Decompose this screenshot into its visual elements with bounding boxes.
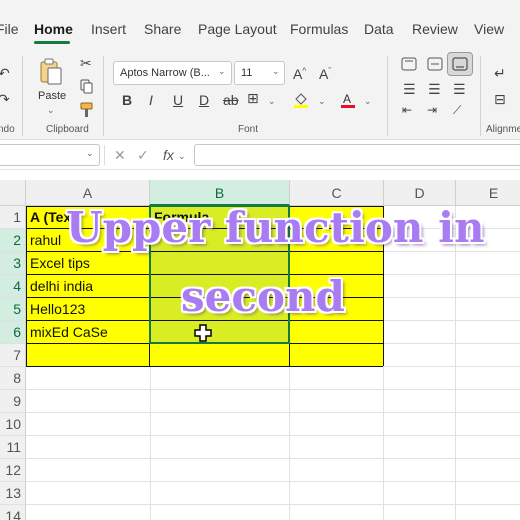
underline-icon[interactable]: U [173,93,183,107]
group-separator [480,56,481,136]
merge-center-icon[interactable]: ⊟ [494,92,506,106]
increase-font-size-icon[interactable]: A^ [293,67,306,81]
font-family-select[interactable]: Aptos Narrow (B... [113,61,232,85]
name-box[interactable] [0,144,100,166]
group-separator [22,56,23,136]
undo-group-label: ndo [0,124,15,135]
row-header[interactable]: 13 [0,482,26,505]
strikethrough-icon[interactable]: ab [223,93,239,107]
table-border [26,366,383,367]
align-top-icon[interactable] [401,57,417,71]
tab-review[interactable]: Review [412,21,458,37]
chevron-down-icon[interactable]: ⌄ [86,148,94,159]
row-header[interactable]: 10 [0,413,26,436]
chevron-down-icon: ⌄ [268,96,276,106]
cell-cursor-icon [194,324,212,342]
tab-insert[interactable]: Insert [91,21,126,37]
chevron-down-icon: ⌄ [318,96,326,106]
chevron-down-icon: ⌄ [272,66,280,76]
cut-icon[interactable]: ✂ [80,56,92,70]
chevron-down-icon: ⌄ [364,96,372,106]
row-header[interactable]: 2 [0,229,26,252]
redo-icon[interactable]: ↷ [0,92,10,106]
formula-input[interactable] [194,144,520,166]
ribbon: ↶ ↷ ndo Paste ⌄ ✂ Clipboard Aptos Narrow… [0,50,520,140]
row-header[interactable]: 12 [0,459,26,482]
increase-indent-icon[interactable]: ⇥ [427,104,437,116]
row-header[interactable]: 5 [0,298,26,321]
row-header[interactable]: 7 [0,344,26,367]
row-header[interactable]: 8 [0,367,26,390]
cell-a6[interactable]: mixEd CaSe [30,321,148,343]
caption-line-2: second [181,272,345,321]
tab-view[interactable]: View [474,21,504,37]
enter-icon[interactable]: ✓ [137,147,149,164]
fill-color-icon[interactable] [293,91,309,109]
tab-file[interactable]: File [0,21,19,37]
row-header[interactable]: 3 [0,252,26,275]
decrease-indent-icon[interactable]: ⇤ [402,104,412,116]
caption-line-1: Upper function in [66,203,485,252]
align-left-icon[interactable]: ☰ [403,82,416,96]
row-header[interactable]: 11 [0,436,26,459]
decrease-font-size-icon[interactable]: Aˇ [319,67,331,81]
cell-a4[interactable]: delhi india [30,275,148,297]
tab-page-layout[interactable]: Page Layout [198,21,277,37]
row-header[interactable]: 1 [0,206,26,229]
row-header[interactable]: 14 [0,505,26,520]
tab-data[interactable]: Data [364,21,394,37]
align-center-icon[interactable]: ☰ [428,82,441,96]
align-middle-icon[interactable] [427,57,443,71]
row-header[interactable]: 6 [0,321,26,344]
gridline [26,504,520,505]
chevron-down-icon: ⌄ [218,66,226,76]
ribbon-tab-bar: File Home Insert Share Page Layout Formu… [0,0,520,50]
undo-icon[interactable]: ↶ [0,66,10,80]
active-tab-indicator [34,41,70,44]
group-separator [103,56,104,136]
alignment-group-label: Alignme [486,124,520,135]
gridline [26,458,520,459]
clipboard-group-label: Clipboard [46,124,89,135]
row-header[interactable]: 9 [0,390,26,413]
insert-function-button[interactable]: fx [163,147,174,163]
divider [104,145,105,165]
font-group-label: Font [238,124,259,135]
align-right-icon[interactable]: ☰ [453,82,466,96]
formula-bar: ⌄ ✕ ✓ fx ⌄ [0,140,520,170]
chevron-down-icon: ⌄ [178,151,186,161]
paste-dropdown-icon[interactable]: ⌄ [47,105,55,116]
row-header[interactable]: 4 [0,275,26,298]
svg-text:A: A [343,92,351,106]
cancel-icon[interactable]: ✕ [114,147,126,164]
paste-button[interactable]: Paste [38,90,66,102]
gridline [26,481,520,482]
double-underline-icon[interactable]: D [199,93,209,107]
table-border [26,206,27,366]
orientation-icon[interactable]: ⟋ [453,104,461,116]
cell-a3[interactable]: Excel tips [30,252,148,274]
group-separator [387,56,388,136]
align-bottom-button[interactable] [447,52,473,76]
tab-share[interactable]: Share [144,21,181,37]
gridline [26,412,520,413]
gridline [26,389,520,390]
gridline [455,206,456,520]
tab-formulas[interactable]: Formulas [290,21,348,37]
italic-icon[interactable]: I [149,93,153,107]
format-painter-icon[interactable] [80,102,94,118]
tab-home[interactable]: Home [34,21,73,37]
borders-icon[interactable]: ⊞ [247,91,259,105]
paste-icon[interactable] [38,58,64,86]
font-color-icon[interactable]: A [340,91,356,109]
align-bottom-icon [452,57,468,71]
cell-a5[interactable]: Hello123 [30,298,148,320]
bold-icon[interactable]: B [122,93,132,107]
select-all-corner[interactable] [0,180,26,206]
copy-icon[interactable] [80,79,94,95]
gridline [26,435,520,436]
wrap-text-icon[interactable]: ↵ [494,66,506,80]
